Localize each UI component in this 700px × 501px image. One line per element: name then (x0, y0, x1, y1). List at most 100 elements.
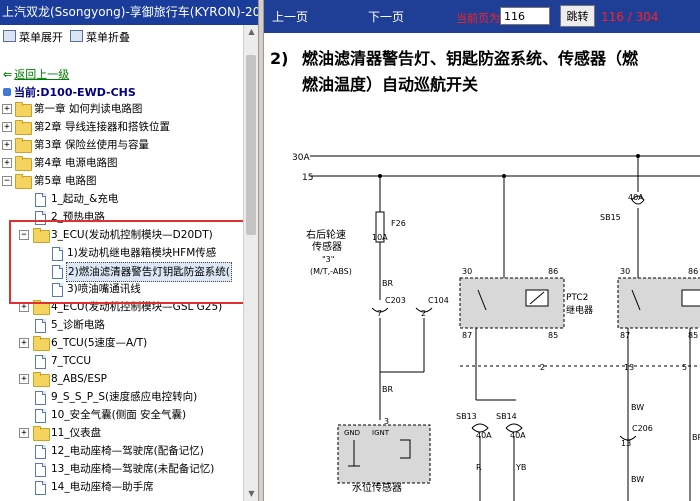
folder-icon (33, 426, 50, 441)
expand-plus-icon[interactable]: + (2, 158, 12, 168)
wire-color-bw: BW (631, 403, 644, 412)
wiring-schematic: 30A 15 F26 10A BR 右后轮速 传感器 "3" (M/T,-ABS… (292, 153, 700, 501)
tree-item-chapter2[interactable]: + 第2章 导线连接器和搭铁位置 (0, 118, 243, 136)
connector-c104-label: C104 (428, 296, 449, 305)
tree-item-label: 12_电动座椅—驾驶席(配备记忆) (51, 445, 204, 457)
section-number: 2) (270, 49, 289, 68)
bus-label-30a: 30A (292, 153, 310, 163)
sensor-label: "3" (322, 255, 334, 264)
prev-page-button[interactable]: 上一页 (272, 8, 308, 25)
collapse-minus-icon[interactable]: − (2, 176, 12, 186)
scroll-down-arrow-icon[interactable]: ▼ (244, 487, 258, 501)
fuse-sb14-label: SB14 (496, 412, 517, 421)
highlight-box (9, 220, 246, 304)
tree-item-abs-esp[interactable]: + 8_ABS/ESP (0, 370, 243, 388)
current-node: 当前:D100-EWD-CHS (3, 84, 136, 100)
ign-label: IGNT (372, 429, 390, 437)
tree-item-label: 第4章 电源电路图 (34, 157, 118, 169)
page-icon (35, 445, 46, 459)
current-node-label: 当前:D100-EWD-CHS (14, 86, 136, 99)
page-icon (35, 463, 46, 477)
tree-item-label: 11_仪表盘 (51, 427, 102, 439)
menu-collapse-button[interactable]: 菜单折叠 (70, 29, 130, 45)
wire-color-r: R (476, 463, 482, 472)
tree-item-label: 第5章 电路图 (34, 175, 97, 187)
window-title: 上汽双龙(Ssongyong)-享御旅行车(KYRON)-2006 (0, 0, 258, 25)
tree-item-ssps[interactable]: 9_S_S_P_S(速度感应电控转向) (0, 388, 243, 406)
wire-color-br: BR (692, 433, 700, 442)
tree-item-chapter1[interactable]: + 第一章 如何判读电路图 (0, 100, 243, 118)
tree-item-instrument[interactable]: + 11_仪表盘 (0, 424, 243, 442)
tree-item-label: 第3章 保险丝使用与容量 (34, 139, 150, 151)
connector-pin: 2 (540, 363, 545, 372)
tree-item-tccu[interactable]: 7_TCCU (0, 352, 243, 370)
fuse-sb13-amp: 40A (476, 431, 492, 440)
tree-pane: 上汽双龙(Ssongyong)-享御旅行车(KYRON)-2006 菜单展开 菜… (0, 0, 258, 501)
connector-c203-label: C203 (385, 296, 406, 305)
tree-item-seat-driver-memory[interactable]: 12_电动座椅—驾驶席(配备记忆) (0, 442, 243, 460)
tree-item-starting[interactable]: 1_起动_&充电 (0, 190, 243, 208)
tree-item-chapter3[interactable]: + 第3章 保险丝使用与容量 (0, 136, 243, 154)
next-page-button[interactable]: 下一页 (368, 8, 404, 25)
ground-pin: 3 (384, 417, 389, 426)
expand-plus-icon[interactable]: + (2, 140, 12, 150)
collapse-icon (70, 30, 83, 42)
scroll-up-arrow-icon[interactable]: ▲ (244, 25, 258, 39)
tree-item-tcu[interactable]: + 6_TCU(5速度—A/T) (0, 334, 243, 352)
relay-pin: 86 (688, 267, 698, 276)
folder-icon (15, 156, 32, 171)
relay-pin: 87 (462, 331, 472, 340)
goto-page-button[interactable]: 跳转 (560, 5, 595, 27)
relay-pin: 86 (548, 267, 558, 276)
folder-icon (33, 336, 50, 351)
relay-pin: 30 (462, 267, 472, 276)
tree-item-label: 9_S_S_P_S(速度感应电控转向) (51, 391, 198, 403)
relay-pin: 30 (620, 267, 630, 276)
page-icon (35, 409, 46, 423)
page-number-input[interactable] (500, 7, 550, 25)
wire-color-yb: YB (515, 463, 526, 472)
wire-color-bw: BW (631, 475, 644, 484)
page-icon (35, 481, 46, 495)
tree-item-label: 10_安全气囊(侧面 安全气囊) (51, 409, 187, 421)
folder-icon (15, 120, 32, 135)
expand-plus-icon[interactable]: + (2, 122, 12, 132)
sensor-label: (M/T,-ABS) (310, 267, 352, 276)
expand-plus-icon[interactable]: + (2, 104, 12, 114)
document-pane: 上一页 下一页 当前页为 跳转 116 / 304 2) 燃油滤清器警告灯、钥匙防… (264, 0, 700, 501)
expand-plus-icon[interactable]: + (19, 428, 29, 438)
water-sensor-label: 水位传感器 (352, 481, 402, 494)
tree-item-chapter5[interactable]: − 第5章 电路图 (0, 172, 243, 190)
folder-icon (33, 372, 50, 387)
folder-open-icon (15, 174, 32, 189)
tree-item-chapter4[interactable]: + 第4章 电源电路图 (0, 154, 243, 172)
tree-item-label: 6_TCU(5速度—A/T) (51, 337, 148, 349)
wire-color-br: BR (382, 279, 393, 288)
back-arrow-icon: ⇐ (3, 68, 13, 81)
relay-label: PTC2 (566, 293, 588, 303)
scrollbar-thumb[interactable] (246, 55, 256, 235)
tree-item-label: 5_诊断电路 (51, 319, 105, 331)
fuse-f26-label: F26 (391, 219, 406, 228)
tree-item-label: 14_电动座椅—助手席 (51, 481, 154, 493)
back-link[interactable]: ⇐ 返回上一级 (3, 66, 69, 82)
tree-item-label: 13_电动座椅—驾驶席(未配备记忆) (51, 463, 215, 475)
tree-item-airbag[interactable]: 10_安全气囊(侧面 安全气囊) (0, 406, 243, 424)
tree-item-label: 第2章 导线连接器和搭铁位置 (34, 121, 171, 133)
menu-expand-label: 菜单展开 (19, 31, 63, 44)
fuse-sb15-amp: 40A (628, 193, 644, 202)
fuse-f26-amp: 10A (372, 233, 388, 242)
connector-pin: 13 (621, 439, 631, 448)
expand-plus-icon[interactable]: + (19, 374, 29, 384)
connector-pin: 5 (682, 363, 687, 372)
connector-pin: 2 (421, 309, 426, 318)
tree-item-diagnostic[interactable]: 5_诊断电路 (0, 316, 243, 334)
tree-item-seat-passenger[interactable]: 14_电动座椅—助手席 (0, 478, 243, 496)
tree-item-seat-driver-no-memory[interactable]: 13_电动座椅—驾驶席(未配备记忆) (0, 460, 243, 478)
relay-pin: 87 (620, 331, 630, 340)
expand-plus-icon[interactable]: + (19, 338, 29, 348)
menu-expand-button[interactable]: 菜单展开 (3, 29, 63, 45)
tree-item-label: 7_TCCU (51, 355, 92, 367)
page-nav-bar: 上一页 下一页 当前页为 跳转 116 / 304 (264, 0, 700, 33)
tree-scrollbar[interactable]: ▲ ▼ (243, 25, 258, 501)
